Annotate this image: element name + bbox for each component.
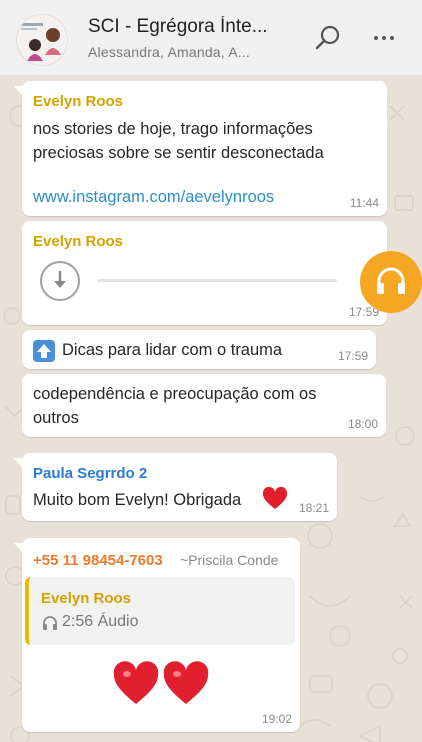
- audio-progress-track[interactable]: [97, 279, 337, 282]
- headphones-icon: [377, 267, 405, 294]
- message-text: Dicas para lidar com o trauma: [62, 341, 283, 359]
- message-link[interactable]: www.instagram.com/aevelynroos: [33, 185, 274, 209]
- chat-title: SCI - Egrégora Ínte...: [88, 16, 268, 37]
- heart-emoji-icon: [262, 486, 288, 516]
- sender-push-name: ~Priscila Conde: [180, 552, 279, 568]
- message-text-line: nos stories de hoje, trago informações: [33, 120, 313, 138]
- message-bubble[interactable]: Dicas para lidar com o trauma 17:59: [22, 330, 376, 369]
- voice-message-bubble[interactable]: Evelyn Roos 17:59: [22, 221, 387, 325]
- message-sender[interactable]: Evelyn Roos: [33, 233, 123, 250]
- search-icon[interactable]: [312, 22, 344, 54]
- message-time: 18:21: [298, 501, 329, 515]
- message-sender[interactable]: Evelyn Roos: [33, 93, 123, 110]
- message-time: 17:59: [337, 349, 368, 363]
- up-arrow-emoji-icon: [33, 340, 55, 362]
- download-audio-button[interactable]: [40, 261, 80, 301]
- message-sender[interactable]: +55 11 98454-7603: [33, 552, 163, 569]
- hearts-emoji-icon: [112, 660, 212, 711]
- message-bubble[interactable]: Paula Segrrdo 2 Muito bom Evelyn! Obriga…: [22, 453, 337, 521]
- headphones-icon: [41, 614, 59, 637]
- group-avatar[interactable]: [16, 14, 68, 66]
- message-text-line: preciosas sobre se sentir desconectada: [33, 144, 324, 162]
- chat-participants: Alessandra, Amanda, A...: [88, 44, 251, 60]
- message-time: 19:02: [261, 712, 292, 726]
- listen-audio-button[interactable]: [360, 251, 422, 313]
- message-sender[interactable]: Paula Segrrdo 2: [33, 465, 147, 482]
- message-time: 18:00: [347, 417, 378, 431]
- message-bubble[interactable]: Evelyn Roos nos stories de hoje, trago i…: [22, 81, 387, 216]
- message-text-line: codependência e preocupação com os: [33, 385, 317, 403]
- quoted-message[interactable]: Evelyn Roos 2:56 Áudio: [25, 577, 295, 645]
- message-time: 11:44: [349, 196, 379, 210]
- chat-header[interactable]: SCI - Egrégora Ínte... Alessandra, Amand…: [0, 0, 422, 76]
- download-arrow-icon: [54, 270, 66, 288]
- quoted-sender: Evelyn Roos: [41, 590, 132, 607]
- message-bubble[interactable]: codependência e preocupação com os outro…: [22, 374, 386, 437]
- message-text: Muito bom Evelyn! Obrigada: [33, 491, 242, 509]
- quoted-text: 2:56 Áudio: [62, 613, 139, 630]
- message-text-line: outros: [33, 409, 79, 427]
- more-options-icon[interactable]: [368, 22, 400, 54]
